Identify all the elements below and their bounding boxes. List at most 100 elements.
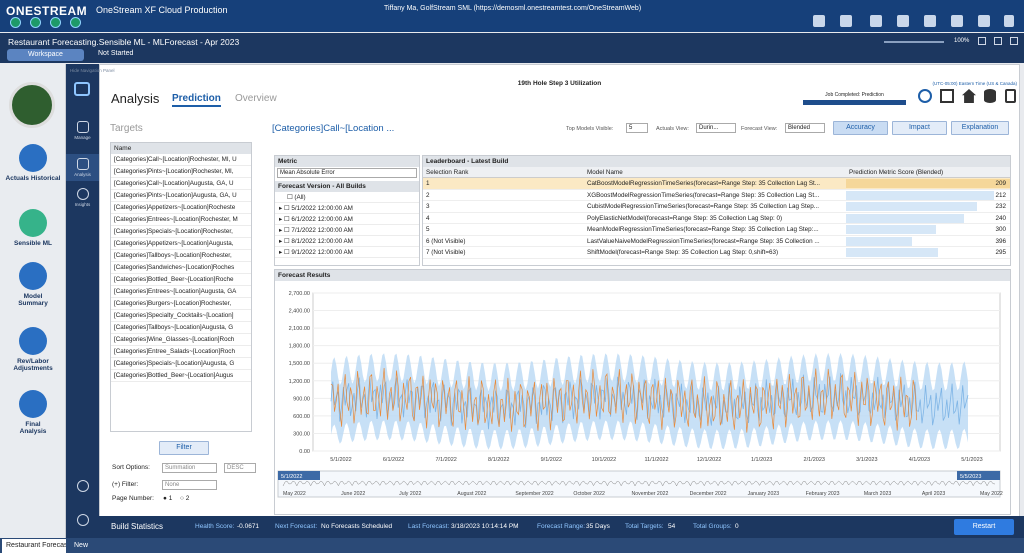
target-row[interactable]: [Categories]Specials~[Location]Rochester…: [111, 226, 251, 238]
target-row[interactable]: [Categories]Appetizers~[Location]Rochest…: [111, 202, 251, 214]
actuals-view-select[interactable]: Durin...: [696, 123, 736, 133]
refresh-icon[interactable]: [897, 15, 909, 27]
page-1-radio[interactable]: ● 1: [163, 495, 172, 502]
x-tick-label: 6/1/2022: [383, 457, 404, 463]
help-icon[interactable]: [951, 15, 963, 27]
target-row[interactable]: [Categories]Pints~[Location]Rochester, M…: [111, 166, 251, 178]
zoom-slider[interactable]: [884, 41, 944, 43]
status-icon[interactable]: [70, 17, 81, 28]
logout-icon[interactable]: [1004, 15, 1014, 27]
version-item[interactable]: ▸ ☐ 9/1/2022 12:00:00 AM: [275, 247, 419, 258]
timezone: (UTC-05:00) Eastern Time (US & Canada): [932, 81, 1017, 86]
leaderboard-row[interactable]: 6 (Not Visible) LastValueNaiveModelRegres…: [423, 236, 1010, 247]
target-row[interactable]: [Categories]Appetizers~[Location]Augusta…: [111, 238, 251, 250]
target-row[interactable]: [Categories]Pints~[Location]Augusta, GA,…: [111, 190, 251, 202]
user-icon[interactable]: [813, 15, 825, 27]
forecast-view-select[interactable]: Blended: [785, 123, 825, 133]
secondary-sidebar: Manage Analysis Insights: [66, 64, 99, 538]
nav-rev-labor[interactable]: Rev/Labor Adjustments: [0, 327, 66, 372]
side-analysis[interactable]: Analysis: [66, 154, 99, 181]
checkbox-icon[interactable]: ▸ ☐: [279, 227, 291, 234]
page-2-radio[interactable]: ○ 2: [180, 495, 189, 502]
target-row[interactable]: [Categories]Sandwiches~[Location]Roches: [111, 262, 251, 274]
explanation-button[interactable]: Explanation: [951, 121, 1009, 135]
pin-icon[interactable]: [994, 37, 1002, 45]
leaderboard-row[interactable]: 7 (Not Visible) ShiftModel(forecast=Range…: [423, 247, 1010, 259]
hide-nav-link[interactable]: Hide Navigation Panel: [70, 68, 115, 73]
score-cell: 209: [846, 178, 1010, 189]
trend-icon: [19, 209, 47, 237]
app-home-icon[interactable]: [10, 17, 21, 28]
tab-overview[interactable]: Overview: [235, 93, 277, 104]
nav-actuals-historical[interactable]: Actuals Historical: [0, 144, 66, 182]
target-row[interactable]: [Categories]Call~[Location]Augusta, GA, …: [111, 178, 251, 190]
version-item[interactable]: ☐ (All): [275, 192, 419, 203]
help-button[interactable]: [66, 480, 99, 494]
close-icon[interactable]: [1010, 37, 1018, 45]
target-row[interactable]: [Categories]Call~[Location]Rochester, MI…: [111, 154, 251, 166]
nav-final-analysis[interactable]: Final Analysis: [0, 390, 66, 435]
document-icon[interactable]: [924, 15, 936, 27]
target-row[interactable]: [Categories]Entree_Salads~[Location]Roch: [111, 346, 251, 358]
version-item[interactable]: ▸ ☐ 6/1/2022 12:00:00 AM: [275, 214, 419, 225]
metric-select[interactable]: Mean Absolute Error: [277, 168, 417, 178]
gear-icon[interactable]: [978, 15, 990, 27]
target-row[interactable]: [Categories]Tallboys~[Location]Rochester…: [111, 250, 251, 262]
leaderboard-row[interactable]: 4 PolyElasticNetModel(forecast=Range Step…: [423, 213, 1010, 224]
target-row[interactable]: [Categories]Entrees~[Location]Rochester,…: [111, 214, 251, 226]
side-manage[interactable]: Manage: [66, 121, 99, 140]
clipboard-icon[interactable]: [1005, 89, 1016, 103]
sort-select[interactable]: Summation: [162, 463, 217, 473]
metric-header: Metric: [275, 156, 419, 167]
database-icon[interactable]: [984, 89, 996, 103]
forecast-chart[interactable]: 2,700.00 2,400.00 2,100.00 1,800.00 1,500.00…: [275, 281, 1010, 513]
settings-icon[interactable]: [940, 89, 954, 103]
leaderboard-row[interactable]: 5 MeanModelRegressionTimeSeries(forecast=…: [423, 224, 1010, 236]
workspace-button[interactable]: Workspace: [7, 49, 84, 61]
users-icon[interactable]: [840, 15, 852, 27]
accuracy-button[interactable]: Accuracy: [833, 121, 888, 135]
navigator-tick-label: June 2022: [341, 491, 365, 497]
checkbox-icon[interactable]: ▸ ☐: [279, 238, 291, 245]
tab-prediction[interactable]: Prediction: [172, 93, 221, 107]
forecast-range: 35 Days: [586, 523, 610, 530]
tab-restaurant-forecasting[interactable]: Restaurant Forecas: [2, 539, 66, 553]
version-item[interactable]: ▸ ☐ 7/1/2022 12:00:00 AM: [275, 225, 419, 236]
nav-sensible-ml[interactable]: Sensible ML: [0, 209, 66, 247]
target-row[interactable]: [Categories]Bottled_Beer~[Location]Augus: [111, 370, 251, 382]
target-row[interactable]: [Categories]Wine_Glasses~[Location]Roch: [111, 334, 251, 346]
settings-button[interactable]: [66, 514, 99, 528]
sort-direction-select[interactable]: DESC: [224, 463, 256, 473]
status-icon[interactable]: [50, 17, 61, 28]
nav-model-summary[interactable]: Model Summary: [0, 262, 66, 307]
checkbox-icon[interactable]: ▸ ☐: [279, 249, 291, 256]
filter-button[interactable]: Filter: [159, 441, 209, 455]
target-row[interactable]: [Categories]Bottled_Beer~[Location]Roche: [111, 274, 251, 286]
score-bar: [846, 248, 938, 257]
version-item[interactable]: ▸ ☐ 8/1/2022 12:00:00 AM: [275, 236, 419, 247]
checkbox-icon[interactable]: ▸ ☐: [279, 216, 291, 223]
model-cell: LastValueNaiveModelRegressionTimeSeries(…: [587, 237, 820, 245]
refresh-icon[interactable]: [978, 37, 986, 45]
target-row[interactable]: [Categories]Burgers~[Location]Rochester,: [111, 298, 251, 310]
version-item[interactable]: ▸ ☐ 5/1/2022 12:00:00 AM: [275, 203, 419, 214]
target-row[interactable]: [Categories]Specialty_Cocktails~[Locatio…: [111, 310, 251, 322]
side-insights[interactable]: Insights: [66, 188, 99, 207]
filter-select[interactable]: None: [162, 480, 217, 490]
tasks-icon[interactable]: [870, 15, 882, 27]
restart-button[interactable]: Restart: [954, 519, 1014, 535]
refresh-icon[interactable]: [918, 89, 932, 103]
leaderboard-row[interactable]: 2 XGBoostModelRegressionTimeSeries(foreca…: [423, 190, 1010, 201]
leaderboard-row[interactable]: 1 CatBoostModelRegressionTimeSeries(forec…: [423, 178, 1010, 190]
tab-new[interactable]: New: [70, 539, 92, 553]
leaderboard-row[interactable]: 3 CubistModelRegressionTimeSeries(forecas…: [423, 201, 1010, 213]
status-text: Not Started: [98, 50, 134, 57]
impact-button[interactable]: Impact: [892, 121, 947, 135]
home-icon[interactable]: [962, 89, 976, 103]
target-row[interactable]: [Categories]Tallboys~[Location]Augusta, …: [111, 322, 251, 334]
checkbox-icon[interactable]: ▸ ☐: [279, 205, 291, 212]
target-row[interactable]: [Categories]Specials~[Location]Augusta, …: [111, 358, 251, 370]
top-models-select[interactable]: 5: [626, 123, 648, 133]
status-icon[interactable]: [30, 17, 41, 28]
target-row[interactable]: [Categories]Entrees~[Location]Augusta, G…: [111, 286, 251, 298]
